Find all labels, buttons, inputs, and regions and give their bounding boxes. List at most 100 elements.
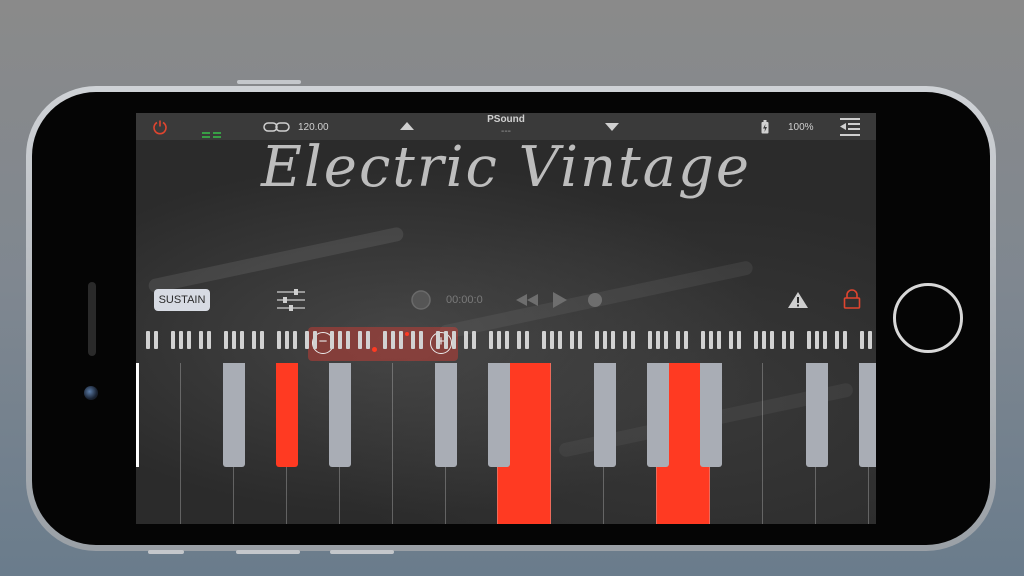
mixer-icon[interactable] bbox=[276, 289, 306, 311]
arrow-down-icon[interactable] bbox=[605, 123, 619, 131]
stop-icon[interactable] bbox=[587, 292, 603, 308]
navigator-key bbox=[338, 331, 342, 349]
preset-name[interactable]: PSound bbox=[476, 114, 536, 125]
navigator-key bbox=[154, 331, 158, 349]
navigator-key bbox=[199, 331, 203, 349]
navigator-key bbox=[684, 331, 688, 349]
navigator-key bbox=[717, 331, 721, 349]
navigator-key bbox=[807, 331, 811, 349]
arrow-up-icon[interactable] bbox=[400, 122, 414, 130]
keyboard-navigator[interactable]: − + bbox=[136, 327, 876, 361]
navigator-key bbox=[330, 331, 334, 349]
play-icon[interactable] bbox=[553, 292, 567, 308]
navigator-key bbox=[146, 331, 150, 349]
navigator-key bbox=[611, 331, 615, 349]
navigator-key bbox=[550, 331, 554, 349]
navigator-key bbox=[505, 331, 509, 349]
navigator-key bbox=[729, 331, 733, 349]
power-icon[interactable] bbox=[152, 119, 168, 135]
navigator-marker bbox=[405, 332, 409, 336]
navigator-key bbox=[868, 331, 872, 349]
navigator-key bbox=[285, 331, 289, 349]
link-icon[interactable] bbox=[263, 121, 291, 133]
navigator-key bbox=[489, 331, 493, 349]
navigator-key bbox=[240, 331, 244, 349]
navigator-key bbox=[436, 331, 440, 349]
navigator-key bbox=[770, 331, 774, 349]
tempo-value[interactable]: 120.00 bbox=[298, 122, 329, 133]
navigator-key bbox=[517, 331, 521, 349]
navigator-key bbox=[578, 331, 582, 349]
navigator-key bbox=[232, 331, 236, 349]
navigator-key bbox=[313, 331, 317, 349]
navigator-key bbox=[293, 331, 297, 349]
navigator-key bbox=[558, 331, 562, 349]
navigator-key bbox=[542, 331, 546, 349]
navigator-key bbox=[358, 331, 362, 349]
navigator-key bbox=[260, 331, 264, 349]
volume-up-button bbox=[148, 550, 184, 554]
home-button[interactable] bbox=[893, 283, 963, 353]
app-title: Electric Vintage bbox=[261, 135, 751, 200]
navigator-key bbox=[595, 331, 599, 349]
navigator-key bbox=[277, 331, 281, 349]
navigator-key bbox=[860, 331, 864, 349]
navigator-key bbox=[419, 331, 423, 349]
navigator-key bbox=[187, 331, 191, 349]
navigator-key bbox=[399, 331, 403, 349]
black-key[interactable] bbox=[329, 363, 351, 467]
navigator-key bbox=[179, 331, 183, 349]
navigator-key bbox=[623, 331, 627, 349]
menu-icon[interactable] bbox=[840, 118, 860, 136]
navigator-key bbox=[790, 331, 794, 349]
time-display: 00:00:0 bbox=[446, 294, 483, 306]
black-key[interactable] bbox=[594, 363, 616, 467]
navigator-key bbox=[815, 331, 819, 349]
volume-down-button bbox=[236, 550, 300, 554]
black-key[interactable] bbox=[859, 363, 876, 467]
navigator-key bbox=[603, 331, 607, 349]
black-key[interactable] bbox=[647, 363, 669, 467]
navigator-key bbox=[648, 331, 652, 349]
power-side-button bbox=[237, 80, 301, 84]
sustain-button[interactable]: SUSTAIN bbox=[154, 289, 210, 311]
navigator-key bbox=[835, 331, 839, 349]
navigator-key bbox=[366, 331, 370, 349]
navigator-marker bbox=[372, 347, 377, 352]
navigator-key bbox=[676, 331, 680, 349]
navigator-key bbox=[737, 331, 741, 349]
navigator-key bbox=[383, 331, 387, 349]
navigator-key bbox=[525, 331, 529, 349]
navigator-key bbox=[391, 331, 395, 349]
front-camera bbox=[84, 386, 98, 400]
navigator-key bbox=[171, 331, 175, 349]
black-key[interactable] bbox=[223, 363, 245, 467]
navigator-key bbox=[464, 331, 468, 349]
navigator-key bbox=[207, 331, 211, 349]
navigator-key bbox=[709, 331, 713, 349]
black-key[interactable] bbox=[700, 363, 722, 467]
black-key[interactable] bbox=[435, 363, 457, 467]
navigator-key bbox=[497, 331, 501, 349]
navigator-key bbox=[754, 331, 758, 349]
navigator-key bbox=[346, 331, 350, 349]
black-key[interactable] bbox=[806, 363, 828, 467]
navigator-key bbox=[452, 331, 456, 349]
black-key[interactable] bbox=[276, 363, 298, 467]
navigator-key bbox=[411, 331, 415, 349]
navigator-key bbox=[664, 331, 668, 349]
warning-icon[interactable] bbox=[788, 292, 808, 308]
navigator-key bbox=[570, 331, 574, 349]
lock-icon[interactable] bbox=[842, 289, 862, 309]
zoom-in-icon[interactable]: + bbox=[430, 332, 452, 354]
navigator-key bbox=[762, 331, 766, 349]
battery-icon bbox=[761, 120, 769, 134]
black-key[interactable] bbox=[488, 363, 510, 467]
piano-keyboard[interactable] bbox=[136, 363, 876, 524]
battery-level: 100% bbox=[788, 122, 814, 133]
navigator-key bbox=[472, 331, 476, 349]
rewind-icon[interactable] bbox=[516, 294, 538, 306]
earpiece-speaker bbox=[88, 282, 96, 356]
record-icon[interactable] bbox=[411, 290, 431, 310]
mute-switch bbox=[330, 550, 394, 554]
